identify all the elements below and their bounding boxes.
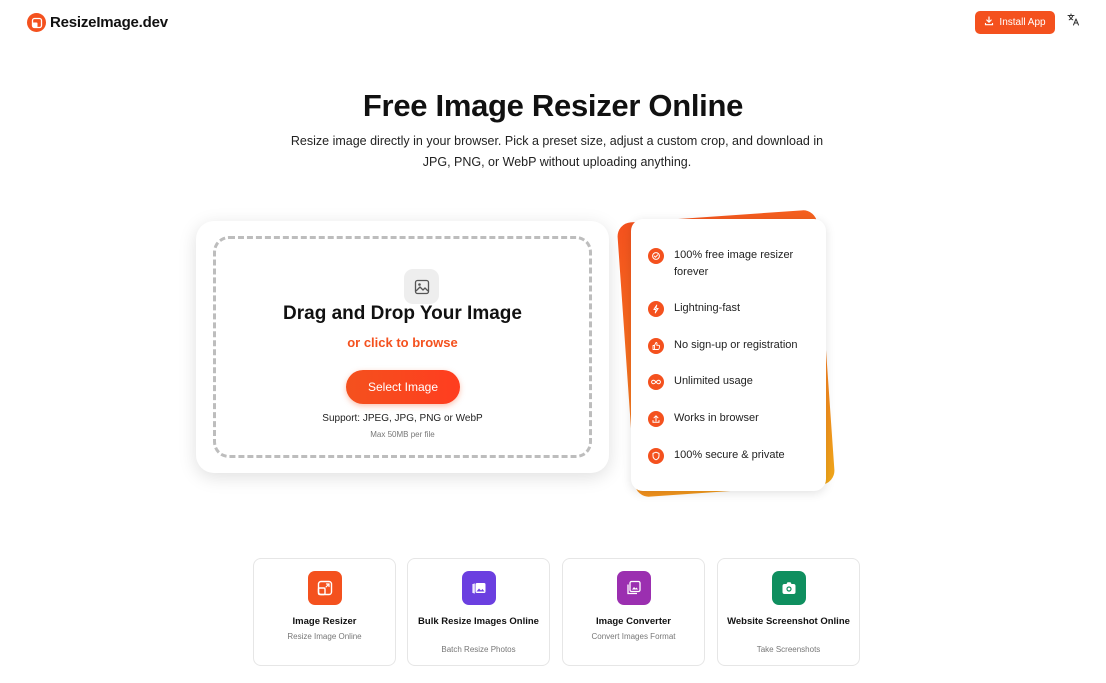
tool-card-image-resizer[interactable]: Image Resizer Resize Image Online <box>253 558 396 666</box>
image-convert-icon <box>617 571 651 605</box>
camera-icon <box>772 571 806 605</box>
browse-link[interactable]: or click to browse <box>196 335 609 350</box>
image-resize-icon <box>308 571 342 605</box>
feature-label: Unlimited usage <box>674 375 753 387</box>
tool-name: Website Screenshot Online <box>727 616 850 627</box>
tool-card-website-screenshot[interactable]: Website Screenshot Online Take Screensho… <box>717 558 860 666</box>
check-circle-icon <box>648 248 664 264</box>
tool-desc: Take Screenshots <box>756 645 821 654</box>
shield-icon <box>648 448 664 464</box>
feature-label: Lightning-fast <box>674 302 741 314</box>
install-app-label: Install App <box>999 17 1046 28</box>
feature-item: 100% secure & private <box>648 447 818 464</box>
feature-item: 100% free image resizer forever <box>648 247 818 281</box>
feature-item: Lightning-fast <box>648 300 818 317</box>
logo[interactable]: ResizeImage.dev <box>27 13 168 32</box>
max-file-size: Max 50MB per file <box>370 430 435 439</box>
download-icon <box>984 16 994 29</box>
tool-name: Image Resizer <box>292 616 357 627</box>
image-icon <box>404 269 439 304</box>
language-button[interactable] <box>1066 13 1080 31</box>
feature-item: Unlimited usage <box>648 373 818 390</box>
page-subtitle: Resize image directly in your browser. P… <box>290 134 824 169</box>
tool-name: Bulk Resize Images Online <box>418 616 539 627</box>
dropzone-title: Drag and Drop Your Image <box>283 303 522 324</box>
logo-text: ResizeImage.dev <box>50 14 168 31</box>
page-title: Free Image Resizer Online <box>362 88 744 123</box>
tool-card-bulk-resize[interactable]: Bulk Resize Images Online Batch Resize P… <box>407 558 550 666</box>
feature-label: Works in browser <box>674 412 759 424</box>
infinity-icon <box>648 374 664 390</box>
translate-icon <box>1067 13 1080 31</box>
tool-desc: Convert Images Format <box>591 632 676 641</box>
supported-formats: Support: JPEG, JPG, PNG or WebP <box>322 413 483 424</box>
feature-label: 100% free image resizer forever <box>674 249 794 278</box>
image-gallery-icon <box>462 571 496 605</box>
upload-icon <box>648 411 664 427</box>
install-app-button[interactable]: Install App <box>975 11 1055 34</box>
feature-label: 100% secure & private <box>674 449 785 461</box>
feature-item: Works in browser <box>648 410 818 427</box>
logo-icon <box>27 13 46 32</box>
feature-label: No sign-up or registration <box>674 339 798 351</box>
select-image-button[interactable]: Select Image <box>346 370 460 404</box>
tool-desc: Resize Image Online <box>287 632 362 641</box>
tool-name: Image Converter <box>596 616 671 627</box>
thumbs-up-icon <box>648 338 664 354</box>
feature-item: No sign-up or registration <box>648 337 818 354</box>
tool-desc: Batch Resize Photos <box>441 645 516 654</box>
lightning-icon <box>648 301 664 317</box>
tool-card-image-converter[interactable]: Image Converter Convert Images Format <box>562 558 705 666</box>
